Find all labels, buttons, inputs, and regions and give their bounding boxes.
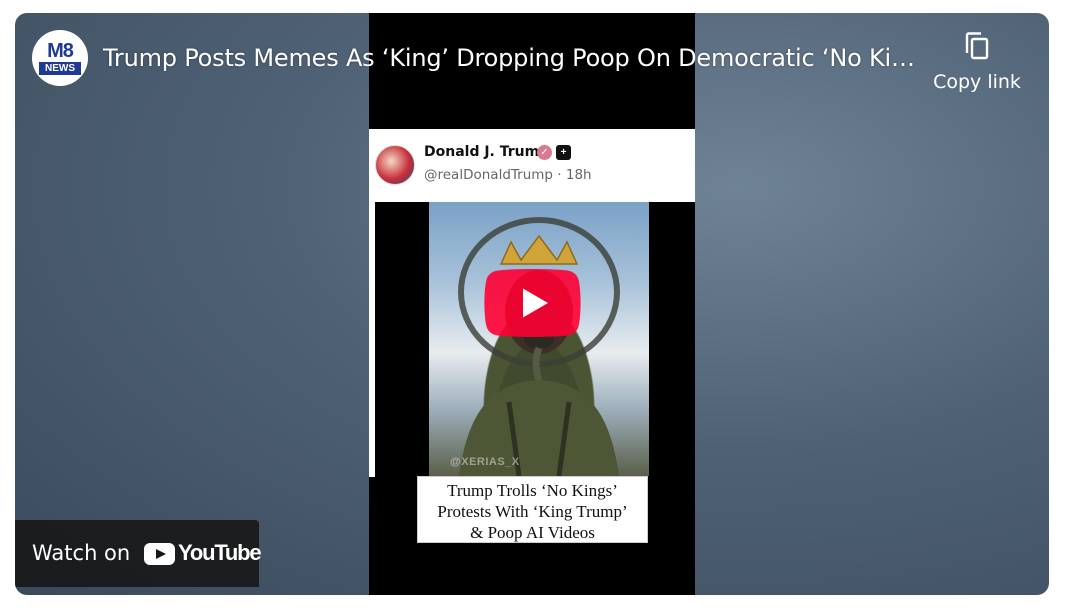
- copy-link-button[interactable]: Copy link: [929, 31, 1025, 103]
- video-player[interactable]: Donald J. Trump ✓ + @realDonaldTrump · 1…: [15, 13, 1049, 595]
- channel-logo-text: M8: [47, 40, 74, 62]
- tweet-media: @XERIAS_X: [375, 202, 695, 477]
- play-button[interactable]: [484, 269, 581, 337]
- copy-link-label: Copy link: [933, 71, 1021, 93]
- media-watermark: @XERIAS_X: [450, 456, 520, 468]
- affiliate-badge-icon: +: [556, 145, 571, 160]
- king-pilot-image: [429, 202, 649, 476]
- tweet-author-name: Donald J. Trump: [424, 144, 550, 160]
- video-title[interactable]: Trump Posts Memes As ‘King’ Dropping Poo…: [103, 44, 923, 72]
- verified-badge-icon: ✓: [537, 145, 552, 160]
- channel-avatar[interactable]: M8 NEWS: [32, 30, 88, 86]
- watch-on-label: Watch on: [32, 541, 131, 565]
- youtube-wordmark: YouTube: [178, 540, 262, 565]
- caption-line-3: & Poop AI Videos: [470, 523, 595, 542]
- video-caption: Trump Trolls ‘No Kings’ Protests With ‘K…: [417, 476, 648, 543]
- caption-line-2: Protests With ‘King Trump’: [437, 502, 628, 521]
- youtube-logo-icon: [144, 543, 175, 565]
- copy-icon: [965, 32, 989, 60]
- tweet-avatar: [375, 145, 415, 185]
- youtube-play-icon: [484, 269, 581, 337]
- watch-on-youtube-button[interactable]: Watch on YouTube: [15, 520, 262, 587]
- caption-line-1: Trump Trolls ‘No Kings’: [447, 481, 618, 500]
- channel-logo-subtext: NEWS: [39, 62, 81, 75]
- tweet-handle-time: @realDonaldTrump · 18h: [424, 167, 592, 183]
- title-bar: M8 NEWS Trump Posts Memes As ‘King’ Drop…: [15, 13, 1049, 113]
- pilot-illustration: [458, 217, 620, 476]
